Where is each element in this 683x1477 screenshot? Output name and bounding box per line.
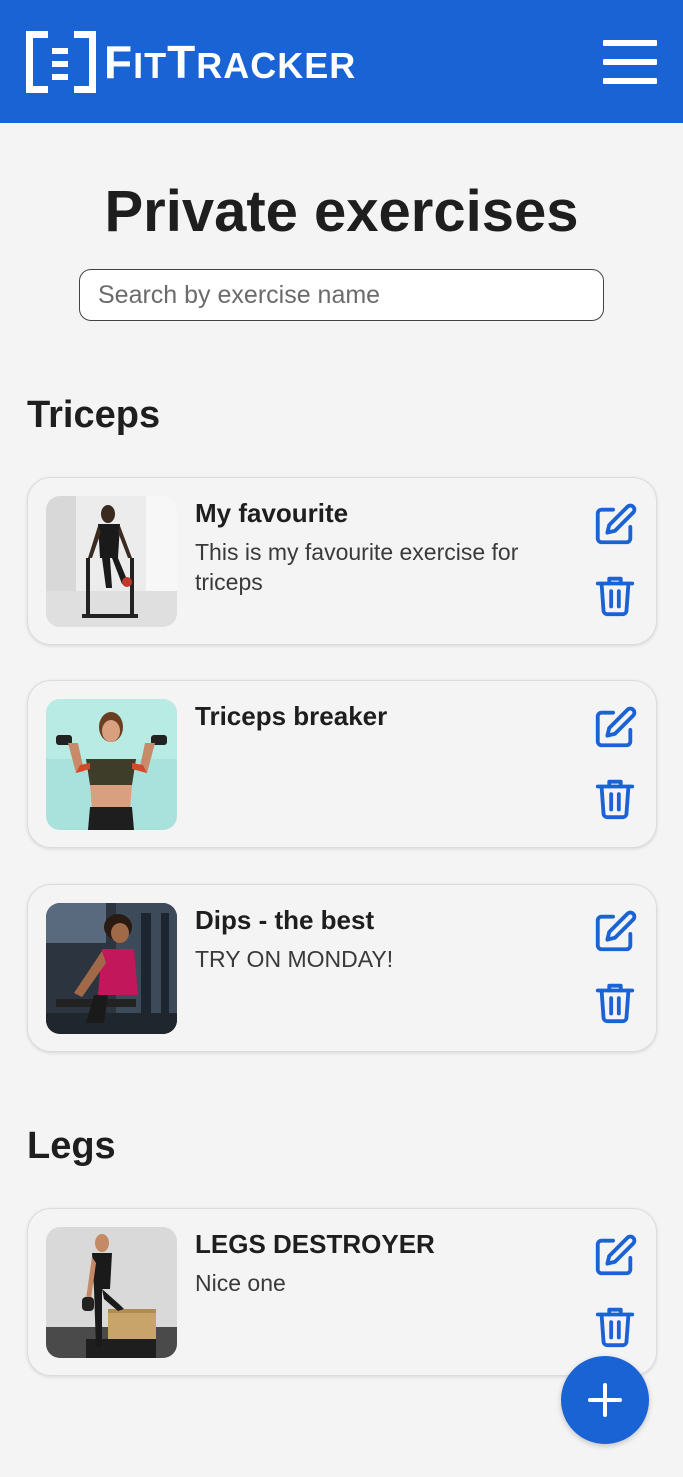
trash-icon[interactable] bbox=[592, 1303, 638, 1349]
trash-icon[interactable] bbox=[592, 572, 638, 618]
section-title-legs: Legs bbox=[27, 1125, 116, 1167]
brand-name: F IT T RACKER bbox=[104, 39, 356, 85]
exercise-thumbnail[interactable] bbox=[46, 903, 177, 1034]
exercise-name: LEGS DESTROYER bbox=[195, 1229, 435, 1259]
exercise-card[interactable]: Triceps breaker bbox=[27, 680, 657, 848]
fittracker-logo[interactable]: F IT T RACKER bbox=[26, 30, 356, 93]
edit-icon[interactable] bbox=[592, 1233, 638, 1279]
woman-bench-dips-image bbox=[46, 903, 177, 1034]
menu-bar-middle bbox=[603, 58, 657, 65]
exercise-card[interactable]: Dips - the best TRY ON MONDAY! bbox=[27, 884, 657, 1052]
exercise-thumbnail[interactable] bbox=[46, 699, 177, 830]
trash-icon[interactable] bbox=[592, 775, 638, 821]
exercise-description: Nice one bbox=[195, 1270, 286, 1296]
man-dips-image bbox=[46, 496, 177, 627]
page-title: Private exercises bbox=[104, 179, 579, 244]
search-input[interactable] bbox=[79, 269, 604, 321]
brand-letter-f: F bbox=[104, 35, 134, 88]
exercise-name: Dips - the best bbox=[195, 905, 375, 935]
exercise-description: This is my favourite exercise for tricep… bbox=[195, 539, 519, 595]
exercise-description: TRY ON MONDAY! bbox=[195, 946, 394, 972]
exercise-thumbnail[interactable] bbox=[46, 1227, 177, 1358]
man-box-step-image bbox=[46, 1227, 177, 1358]
brand-letters-it: IT bbox=[133, 44, 168, 86]
exercise-name: My favourite bbox=[195, 498, 349, 528]
trash-icon[interactable] bbox=[592, 979, 638, 1025]
add-exercise-button[interactable] bbox=[561, 1356, 649, 1444]
plus-icon bbox=[588, 1383, 622, 1417]
exercise-card[interactable]: My favourite This is my favourite exerci… bbox=[27, 477, 657, 645]
menu-bar-bottom bbox=[603, 77, 657, 84]
edit-icon[interactable] bbox=[592, 909, 638, 955]
brand-letter-t: T bbox=[167, 35, 197, 88]
top-navbar: F IT T RACKER bbox=[0, 0, 683, 123]
woman-dumbbell-image bbox=[46, 699, 177, 830]
brand-letters-racker: RACKER bbox=[196, 44, 357, 86]
exercise-thumbnail[interactable] bbox=[46, 496, 177, 627]
edit-icon[interactable] bbox=[592, 502, 638, 548]
exercise-name: Triceps breaker bbox=[195, 701, 388, 731]
hamburger-menu-icon[interactable] bbox=[603, 39, 657, 84]
logo-mark-icon bbox=[26, 30, 96, 93]
menu-bar-top bbox=[603, 39, 657, 46]
exercise-card[interactable]: LEGS DESTROYER Nice one bbox=[27, 1208, 657, 1376]
edit-icon[interactable] bbox=[592, 705, 638, 751]
section-title-triceps: Triceps bbox=[27, 394, 161, 436]
app-root: FITTRACKER Private exercises Triceps bbox=[0, 0, 683, 1477]
